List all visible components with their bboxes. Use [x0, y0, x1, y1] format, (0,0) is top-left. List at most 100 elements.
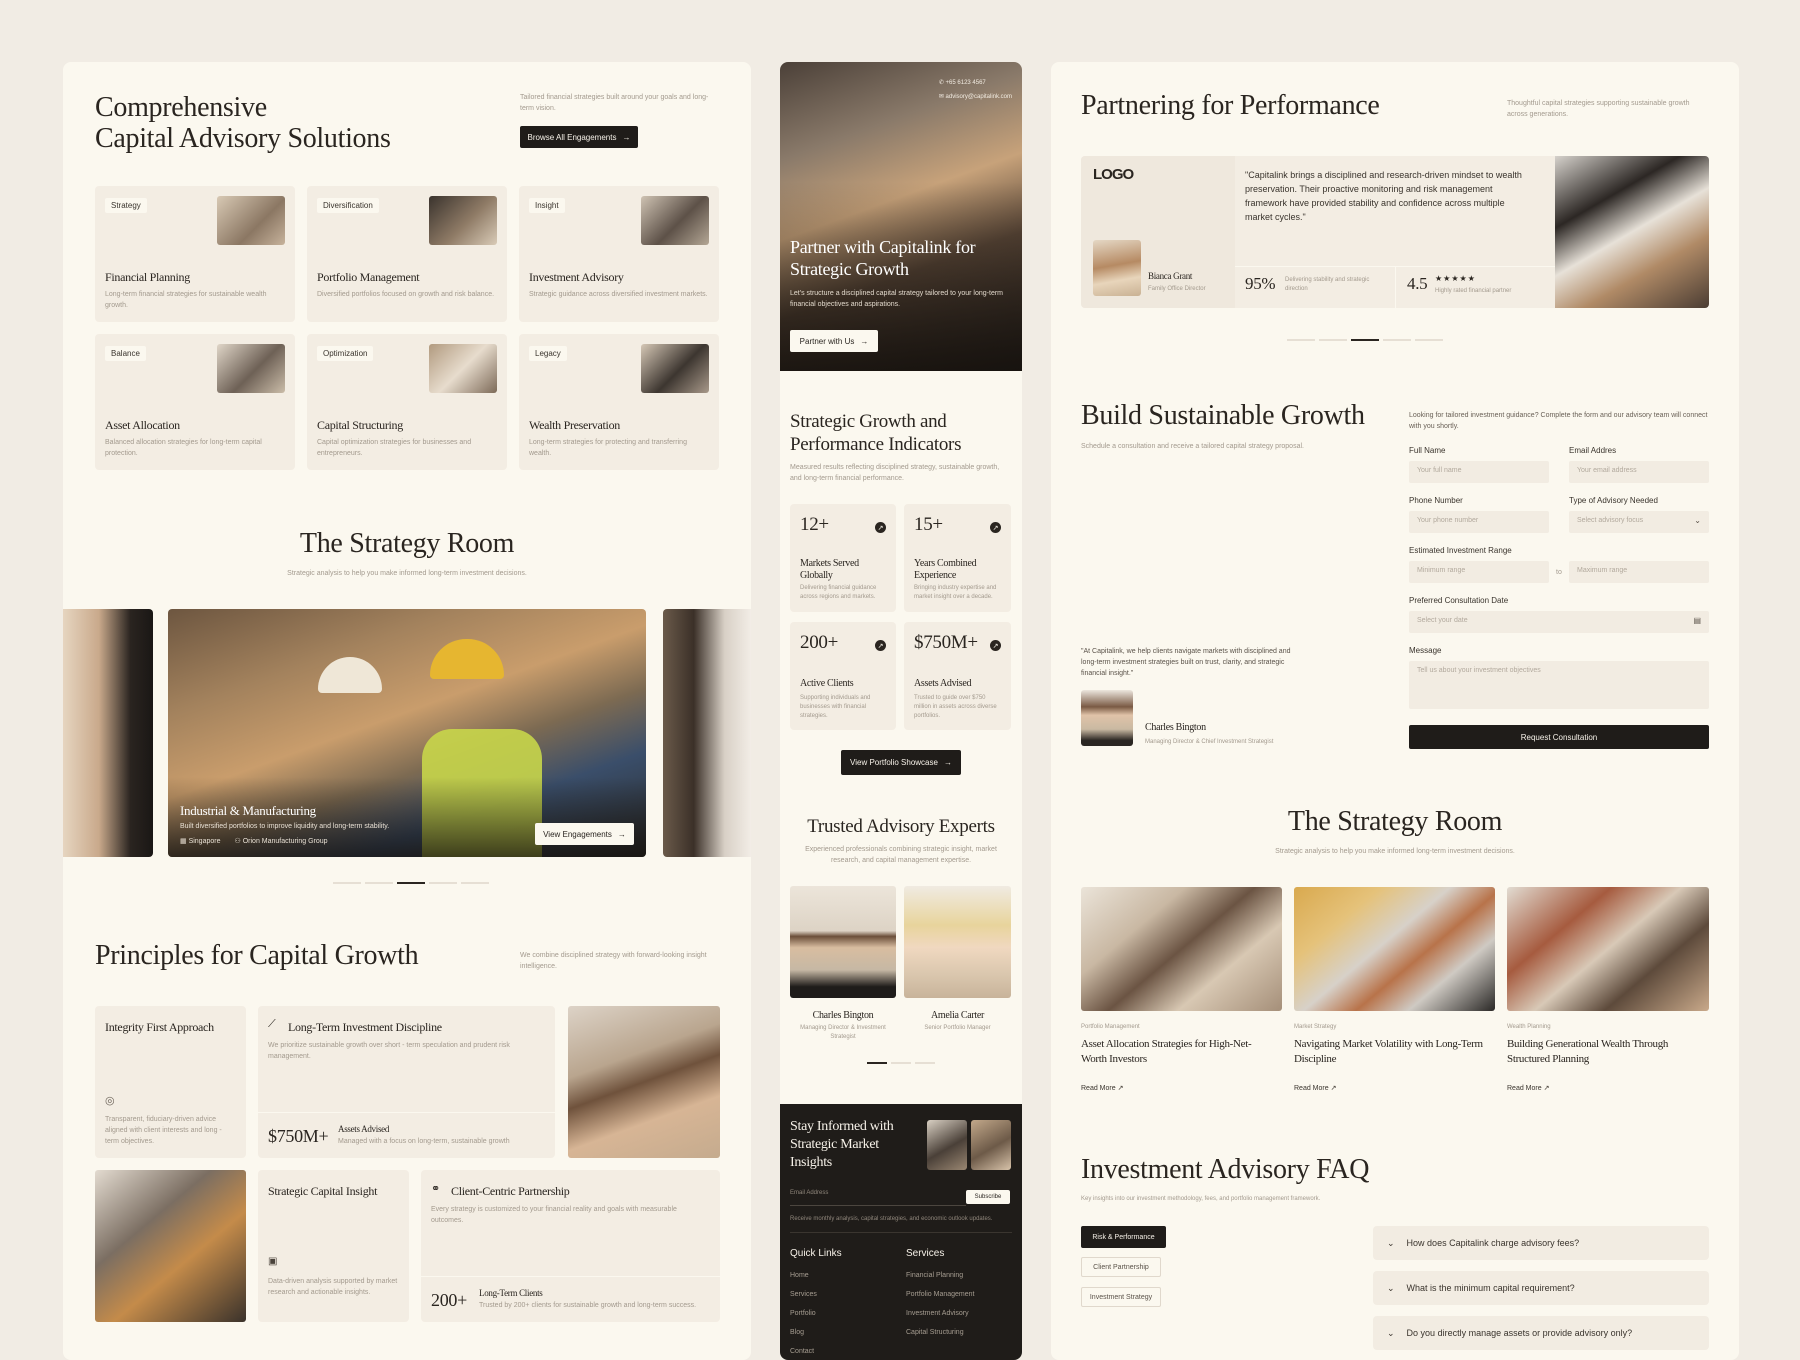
- footer-link-financial-planning[interactable]: Financial Planning: [906, 1266, 974, 1285]
- page-dot[interactable]: [1383, 339, 1411, 341]
- bianca-name: Bianca Grant: [1148, 271, 1193, 281]
- page-dot[interactable]: [915, 1062, 935, 1064]
- article-image[interactable]: [1294, 887, 1495, 1011]
- request-consultation-button[interactable]: Request Consultation: [1409, 725, 1709, 749]
- carousel-next-image[interactable]: [663, 609, 751, 857]
- browse-engagements-button[interactable]: Browse All Engagements →: [520, 126, 638, 148]
- footer-link-portfolio[interactable]: Portfolio: [790, 1304, 817, 1323]
- subscribe-button[interactable]: Subscribe: [966, 1190, 1010, 1204]
- discipline-stat-desc: Managed with a focus on long-term, susta…: [338, 1138, 510, 1145]
- service-image: [641, 196, 709, 245]
- phone-input[interactable]: Your phone number: [1409, 511, 1549, 533]
- bianca-avatar: [1093, 240, 1141, 296]
- article-category: Market Strategy: [1294, 1024, 1337, 1030]
- view-engagements-label: View Engagements: [543, 829, 612, 839]
- browse-engagements-label: Browse All Engagements: [527, 132, 617, 142]
- page-dot[interactable]: [461, 882, 489, 884]
- footer-link-capital-structuring[interactable]: Capital Structuring: [906, 1323, 974, 1342]
- service-card[interactable]: Strategy Financial Planning Long-term fi…: [95, 186, 295, 322]
- stat-label: Markets Served Globally: [800, 558, 859, 581]
- footer-link-contact[interactable]: Contact: [790, 1342, 817, 1360]
- expert-photo[interactable]: [790, 886, 896, 998]
- page-dot[interactable]: [429, 882, 457, 884]
- page-dot[interactable]: [1287, 339, 1315, 341]
- chevron-down-icon: ⌄: [1387, 1237, 1395, 1248]
- max-range-input[interactable]: Maximum range: [1569, 561, 1709, 583]
- page-dot-active[interactable]: [397, 882, 425, 884]
- view-portfolio-button[interactable]: View Portfolio Showcase →: [841, 750, 961, 775]
- service-card[interactable]: Insight Investment Advisory Strategic gu…: [519, 186, 719, 322]
- charles-name: Charles Bington: [1145, 722, 1206, 733]
- service-card[interactable]: Legacy Wealth Preservation Long-term str…: [519, 334, 719, 470]
- article-title[interactable]: Asset Allocation Strategies for High-Net…: [1081, 1037, 1276, 1067]
- page-dot-active[interactable]: [1351, 339, 1379, 341]
- page-dot[interactable]: [365, 882, 393, 884]
- service-tag: Optimization: [317, 346, 374, 361]
- service-image: [217, 196, 285, 245]
- chevron-down-icon: ⌄: [1387, 1282, 1395, 1293]
- stat-card: 12+ ↗ Markets Served Globally Delivering…: [790, 504, 896, 612]
- article-image[interactable]: [1507, 887, 1709, 1011]
- page-dot-active[interactable]: [867, 1062, 887, 1064]
- message-textarea[interactable]: Tell us about your investment objectives: [1409, 661, 1709, 709]
- service-image: [217, 344, 285, 393]
- partnership-stat-label: Long-Term Clients: [479, 1288, 543, 1298]
- arrow-icon: ↗: [875, 522, 886, 533]
- advisory-type-label: Type of Advisory Needed: [1569, 496, 1658, 505]
- experts-pagination[interactable]: [867, 1062, 935, 1064]
- article-category: Wealth Planning: [1507, 1024, 1551, 1030]
- performance-subtitle: Thoughtful capital strategies supporting…: [1507, 100, 1690, 118]
- page-dot[interactable]: [1319, 339, 1347, 341]
- article-image[interactable]: [1081, 887, 1282, 1011]
- page-dot[interactable]: [891, 1062, 911, 1064]
- service-card[interactable]: Optimization Capital Structuring Capital…: [307, 334, 507, 470]
- date-input[interactable]: Select your date ▤: [1409, 611, 1709, 633]
- email-input[interactable]: Your email address: [1569, 461, 1709, 483]
- newsletter-email-input[interactable]: Email Address: [790, 1190, 966, 1206]
- full-name-input[interactable]: Your full name: [1409, 461, 1549, 483]
- footer-link-investment-advisory[interactable]: Investment Advisory: [906, 1304, 974, 1323]
- carousel-active-slide[interactable]: Industrial & Manufacturing Built diversi…: [168, 609, 646, 857]
- faq-category-strategy[interactable]: Investment Strategy: [1081, 1287, 1161, 1307]
- arrow-icon: ↗: [990, 640, 1001, 651]
- read-more-link[interactable]: Read More ↗: [1294, 1084, 1336, 1092]
- faq-category-risk[interactable]: Risk & Performance: [1081, 1226, 1166, 1248]
- footer-divider: [790, 1232, 1012, 1233]
- service-image: [641, 344, 709, 393]
- message-label: Message: [1409, 646, 1442, 655]
- faq-item[interactable]: ⌄ What is the minimum capital requirement…: [1373, 1271, 1709, 1305]
- stat-label: Assets Advised: [914, 678, 972, 689]
- min-range-input[interactable]: Minimum range: [1409, 561, 1549, 583]
- faq-item[interactable]: ⌄ How does Capitalink charge advisory fee…: [1373, 1226, 1709, 1260]
- experts-subtitle: Experienced professionals combining stra…: [805, 846, 997, 864]
- footer-link-home[interactable]: Home: [790, 1266, 817, 1285]
- article-title[interactable]: Building Generational Wealth Through Str…: [1507, 1037, 1707, 1067]
- carousel-pagination[interactable]: [333, 882, 489, 884]
- partner-button[interactable]: Partner with Us →: [790, 330, 878, 352]
- view-engagements-button[interactable]: View Engagements →: [535, 823, 634, 845]
- faq-item[interactable]: ⌄ Do you directly manage assets or provid…: [1373, 1316, 1709, 1350]
- advisory-type-select[interactable]: Select advisory focus ⌄: [1569, 511, 1709, 533]
- footer-link-portfolio-management[interactable]: Portfolio Management: [906, 1285, 974, 1304]
- principles-team-image: [95, 1170, 246, 1322]
- footer-link-blog[interactable]: Blog: [790, 1323, 817, 1342]
- service-card[interactable]: Balance Asset Allocation Balanced alloca…: [95, 334, 295, 470]
- service-card[interactable]: Diversification Portfolio Management Div…: [307, 186, 507, 322]
- read-more-link[interactable]: Read More ↗: [1081, 1084, 1123, 1092]
- range-to: to: [1556, 569, 1562, 576]
- page-dot[interactable]: [333, 882, 361, 884]
- partnership-stat-desc: Trusted by 200+ clients for sustainable …: [479, 1302, 697, 1309]
- stat-card: 200+ ↗ Active Clients Supporting individ…: [790, 622, 896, 730]
- article-title[interactable]: Navigating Market Volatility with Long-T…: [1294, 1037, 1494, 1067]
- page-dot[interactable]: [1415, 339, 1443, 341]
- footer-link-services[interactable]: Services: [790, 1285, 817, 1304]
- read-more-link[interactable]: Read More ↗: [1507, 1084, 1549, 1092]
- expert-photo[interactable]: [904, 886, 1011, 998]
- service-title: Financial Planning: [105, 270, 190, 284]
- faq-category-partnership[interactable]: Client Partnership: [1081, 1257, 1161, 1277]
- arrow-up-right-icon: ↗: [1330, 1085, 1337, 1092]
- testimonial-pagination[interactable]: [1287, 339, 1443, 341]
- read-more-label: Read More: [1081, 1085, 1116, 1092]
- strategy-room-subtitle: Strategic analysis to help you make info…: [287, 570, 527, 577]
- carousel-prev-image[interactable]: [63, 609, 153, 857]
